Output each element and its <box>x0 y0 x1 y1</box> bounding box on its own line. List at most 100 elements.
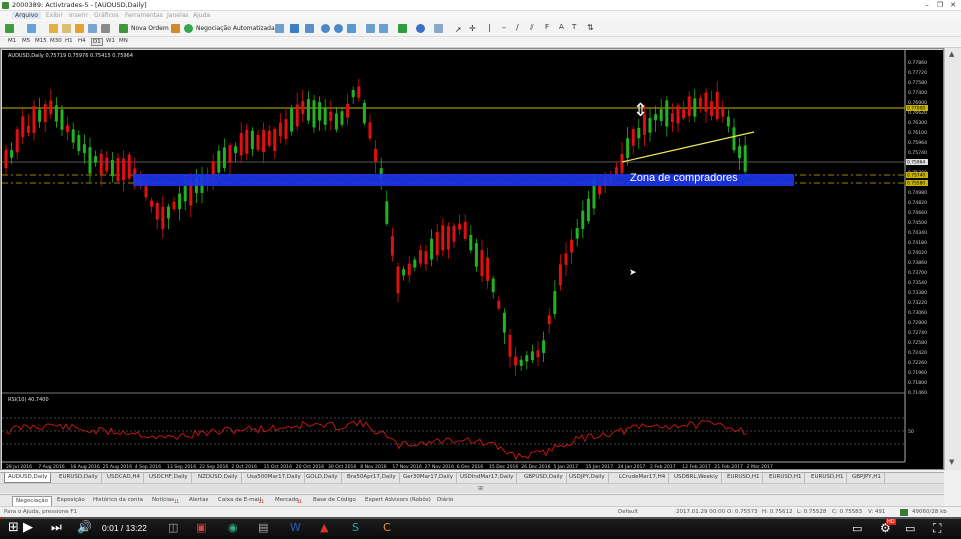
zoom-in-icon[interactable] <box>321 24 330 33</box>
taskbar-app-icon[interactable]: C <box>383 521 391 534</box>
templates-icon[interactable] <box>434 24 443 33</box>
profiles-icon[interactable] <box>27 24 36 33</box>
horizontal-line-icon[interactable]: – <box>502 23 506 32</box>
terminal-tab[interactable]: Diário <box>434 496 456 506</box>
arrows-icon[interactable]: ⇅ <box>587 23 594 32</box>
auto-scroll-icon[interactable] <box>366 24 375 33</box>
timeframe-m30[interactable]: M30 <box>50 38 62 44</box>
candlestick-icon[interactable] <box>290 24 299 33</box>
new-order-button[interactable]: Nova Ordem <box>118 22 170 34</box>
chart-tab[interactable]: USDJPY,Daily <box>566 473 609 483</box>
chart-tab[interactable]: EURUSD,H1 <box>766 473 806 483</box>
price-tick-label: 0.71800 <box>908 380 927 386</box>
chart-tab[interactable]: USDCAD,H4 <box>104 473 144 483</box>
scroll-up-icon[interactable]: ▲ <box>949 50 954 58</box>
navigator-icon[interactable] <box>75 24 84 33</box>
chart-tab[interactable]: AUDUSD,Daily <box>4 473 52 483</box>
timeframe-m15[interactable]: M15 <box>35 38 47 44</box>
timeframe-m5[interactable]: M5 <box>22 38 30 44</box>
text-icon[interactable]: A <box>559 23 564 31</box>
skype-icon[interactable]: S <box>352 521 359 534</box>
text-label-icon[interactable]: T <box>572 23 576 31</box>
chart-tab[interactable]: GBPUSD,Daily <box>521 473 567 483</box>
windows-start-icon[interactable]: ⊞ <box>8 520 19 535</box>
tile-windows-icon[interactable] <box>347 24 356 33</box>
timeframe-m1[interactable]: M1 <box>8 38 16 44</box>
price-chart[interactable]: ⇕ 0.77860 0.77720 0.77580 0.77400 0.76900 0.76… <box>2 50 943 469</box>
terminal-tab[interactable]: Histórico da conta <box>90 496 146 506</box>
timeframe-mn[interactable]: MN <box>119 38 128 44</box>
channel-icon[interactable]: ⫽ <box>530 23 534 33</box>
chart-tab[interactable]: USDCHF,Daily <box>146 473 192 483</box>
taskbar-app-icon[interactable]: ▣ <box>196 521 206 534</box>
timeframe-h4[interactable]: H4 <box>78 38 86 44</box>
tester-icon[interactable] <box>101 24 110 33</box>
menu-view[interactable]: Exibir <box>46 12 63 19</box>
chart-tab[interactable]: NZDUSD,Daily <box>195 473 242 483</box>
chart-tab[interactable]: EURUSD,H1 <box>724 473 764 483</box>
volume-icon[interactable]: 🔊 <box>77 520 92 534</box>
pdf-icon[interactable]: ▲ <box>320 521 328 534</box>
next-icon[interactable]: ⏭ <box>51 520 62 535</box>
scroll-down-icon[interactable]: ▼ <box>949 458 954 466</box>
terminal-tab[interactable]: Expert Advisors (Robôs) <box>362 496 434 506</box>
timeframe-d1[interactable]: D1 <box>91 38 103 46</box>
minimize-icon[interactable]: – <box>921 0 933 10</box>
chart-tab[interactable]: USDIndMar17,Daily <box>457 473 518 483</box>
terminal-icon[interactable] <box>88 24 97 33</box>
taskbar-app-icon[interactable]: ◫ <box>168 521 178 534</box>
theater-mode-icon[interactable]: ▭ <box>905 522 915 535</box>
chart-tab[interactable]: Usa500Mar17,Daily <box>244 473 305 483</box>
chart-shift-icon[interactable] <box>379 24 388 33</box>
chart-tab[interactable]: GBPJPY,H1 <box>849 473 885 483</box>
market-watch-icon[interactable] <box>49 24 58 33</box>
indicators-icon[interactable] <box>398 24 407 33</box>
horizontal-scrollbar[interactable]: ⊞ <box>0 483 944 493</box>
subtitles-icon[interactable]: ▭ <box>852 522 862 535</box>
vertical-line-icon[interactable]: | <box>488 23 491 32</box>
chart-tab[interactable]: USDBRL,Weekly <box>671 473 723 483</box>
taskbar-app-icon[interactable]: ▤ <box>258 521 268 534</box>
play-icon[interactable]: ▶ <box>23 520 33 535</box>
fibonacci-icon[interactable]: F <box>545 23 549 31</box>
candle <box>486 257 490 281</box>
terminal-tab[interactable]: Exposição <box>54 496 88 506</box>
chart-tab[interactable]: GOLD,Daily <box>303 473 342 483</box>
menu-tools[interactable]: Ferramentas <box>125 12 163 19</box>
menu-file[interactable]: Arquivo <box>12 12 41 19</box>
terminal-tab[interactable]: Negociação <box>12 496 53 506</box>
word-icon[interactable]: W <box>290 521 301 534</box>
crosshair-icon[interactable]: ✛ <box>469 24 476 33</box>
terminal-tab[interactable]: Caixa de E-mail <box>215 496 264 506</box>
candle <box>396 266 400 294</box>
restore-icon[interactable]: ❐ <box>934 0 946 10</box>
cursor-icon[interactable]: ➚ <box>455 25 462 34</box>
auto-trading-button[interactable]: Negociação Automatizada <box>170 22 276 34</box>
terminal-tab[interactable]: Alertas <box>186 496 211 506</box>
terminal-tab[interactable]: Notícias <box>149 496 177 506</box>
zoom-out-icon[interactable] <box>334 24 343 33</box>
fullscreen-icon[interactable]: ⛶ <box>933 521 941 536</box>
menu-insert[interactable]: Inserir <box>69 12 88 19</box>
bar-chart-icon[interactable] <box>275 24 284 33</box>
chart-tab[interactable]: EURUSD,Daily <box>56 473 102 483</box>
menu-charts[interactable]: Gráficos <box>94 12 119 19</box>
chart-tab[interactable]: LCrudeMar17,H4 <box>616 473 670 483</box>
taskbar-app-icon[interactable]: ◉ <box>228 521 238 534</box>
scroll-thumb[interactable]: ⊞ <box>478 485 483 492</box>
data-window-icon[interactable] <box>62 24 71 33</box>
menu-windows[interactable]: Janelas <box>167 12 188 19</box>
new-chart-icon[interactable] <box>5 24 14 33</box>
timeframe-w1[interactable]: W1 <box>106 38 115 44</box>
timeframe-h1[interactable]: H1 <box>65 38 73 44</box>
trendline-icon[interactable]: / <box>516 23 519 32</box>
close-icon[interactable]: ✕ <box>947 0 959 10</box>
chart-tab[interactable]: EURUSD,H1 <box>808 473 848 483</box>
menu-help[interactable]: Ajuda <box>193 12 210 19</box>
terminal-tab[interactable]: Base de Código <box>310 496 359 506</box>
chart-tab[interactable]: Bra50Apr17,Daily <box>344 473 400 483</box>
line-chart-icon[interactable] <box>305 24 314 33</box>
chart-tab[interactable]: Ger30Mar17,Daily <box>400 473 457 483</box>
periods-icon[interactable] <box>416 24 425 33</box>
candle <box>54 105 58 122</box>
